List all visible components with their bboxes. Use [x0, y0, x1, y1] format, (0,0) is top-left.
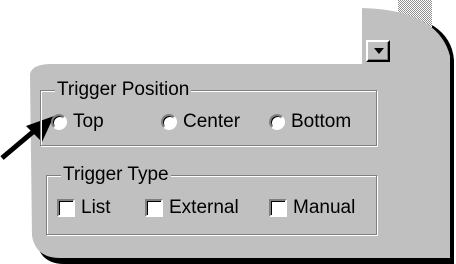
trigger-position-group: Trigger Position Top Center Bottom — [40, 79, 377, 146]
checkbox-list[interactable]: List — [57, 197, 111, 219]
checkbox-box[interactable] — [269, 199, 287, 217]
trigger-type-label: Trigger Type — [61, 164, 171, 186]
radio-top-label: Top — [73, 111, 104, 132]
radio-button[interactable] — [269, 114, 285, 130]
radio-top[interactable]: Top — [51, 111, 104, 133]
radio-center[interactable]: Center — [161, 111, 240, 133]
checkbox-box[interactable] — [145, 199, 163, 217]
radio-button[interactable] — [161, 114, 177, 130]
dropdown-button[interactable] — [366, 40, 390, 62]
trigger-type-group: Trigger Type List External Manual — [46, 164, 377, 235]
radio-bottom-label: Bottom — [291, 111, 352, 132]
trigger-position-label: Trigger Position — [55, 79, 192, 101]
chevron-down-icon — [374, 48, 384, 54]
trigger-settings-panel: Trigger Position Top Center Bottom Trigg… — [0, 0, 456, 264]
radio-button[interactable] — [51, 114, 67, 130]
checkbox-manual[interactable]: Manual — [269, 197, 355, 219]
radio-center-label: Center — [183, 111, 241, 132]
checkbox-box[interactable] — [57, 199, 75, 217]
checkbox-manual-label: Manual — [293, 197, 356, 218]
checkbox-list-label: List — [81, 197, 111, 218]
checkbox-external-label: External — [169, 197, 239, 218]
radio-bottom[interactable]: Bottom — [269, 111, 351, 133]
checkbox-external[interactable]: External — [145, 197, 239, 219]
